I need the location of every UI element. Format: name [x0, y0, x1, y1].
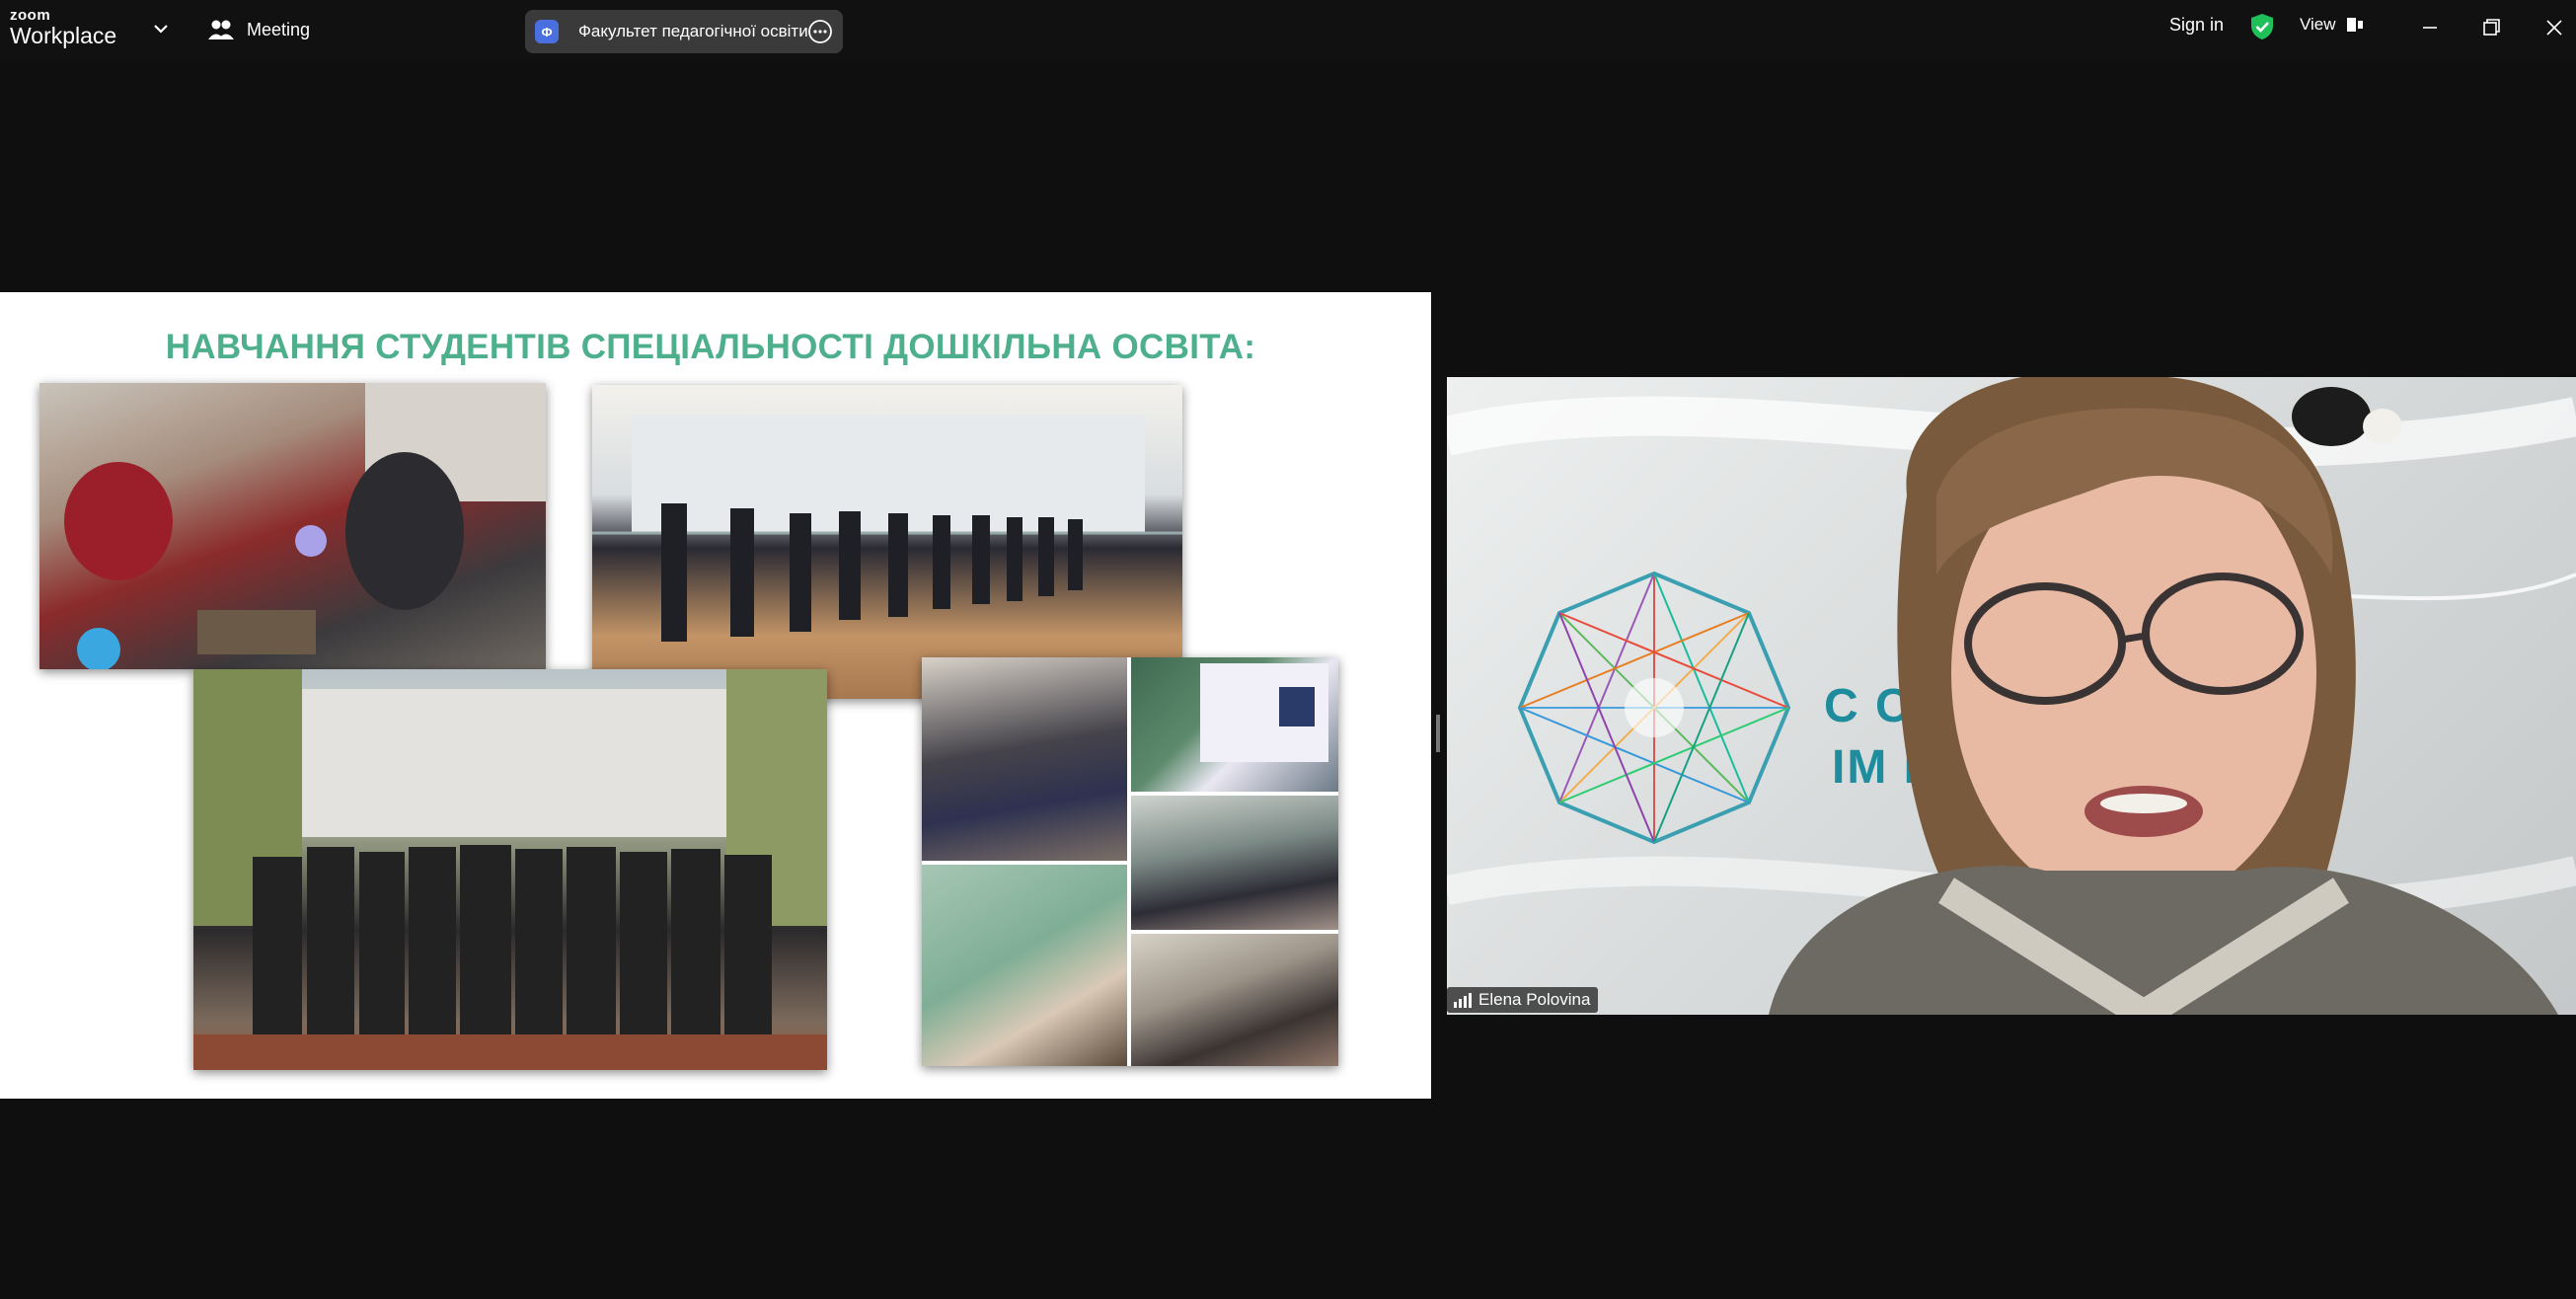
signal-icon — [1454, 993, 1472, 1008]
shared-screen-slide: НАВЧАННЯ СТУДЕНТІВ СПЕЦІАЛЬНОСТІ ДОШКІЛЬ… — [0, 292, 1431, 1099]
people-icon — [208, 20, 234, 39]
collage-photo-audience — [1131, 796, 1338, 930]
photo-group-outdoor — [193, 669, 827, 1070]
sign-in-button[interactable]: Sign in — [2169, 15, 2224, 36]
screen-share-pill[interactable]: Ф Факультет педагогічної освіти - — [525, 10, 843, 53]
photo-dance-shapes — [592, 415, 1182, 642]
presentation-screen-shape — [1200, 663, 1328, 762]
logo-zoom-text: zoom — [10, 7, 51, 24]
collage-photo-group — [922, 657, 1127, 861]
collage-photo-talk — [1131, 934, 1338, 1066]
view-button[interactable]: View — [2300, 15, 2364, 35]
shield-check-icon[interactable] — [2248, 12, 2276, 41]
meeting-button[interactable]: Meeting — [207, 14, 310, 45]
slide-title: НАВЧАННЯ СТУДЕНТІВ СПЕЦІАЛЬНОСТІ ДОШКІЛЬ… — [165, 328, 1256, 366]
participant-name: Elena Polovina — [1478, 990, 1591, 1009]
photo-group-shapes — [193, 669, 827, 1070]
zoom-logo: zoom Workplace — [10, 8, 116, 47]
close-icon[interactable] — [2538, 12, 2570, 43]
title-bar: zoom Workplace Meeting Ф Факультет педаг… — [0, 0, 2576, 59]
split-view-handle[interactable] — [1436, 715, 1440, 752]
photo-collage — [922, 657, 1338, 1066]
more-icon[interactable] — [807, 19, 833, 44]
share-app-icon: Ф — [535, 20, 559, 43]
collage-photo-library — [922, 865, 1127, 1066]
collage-photo-presentation — [1131, 657, 1338, 792]
restore-icon[interactable] — [2475, 12, 2507, 43]
photo-dance-class — [592, 385, 1182, 699]
meeting-label: Meeting — [247, 19, 311, 39]
share-title: Факультет педагогічної освіти - — [578, 22, 807, 40]
photo-classroom-activity — [39, 383, 546, 669]
chevron-down-icon[interactable] — [148, 16, 174, 41]
participant-name-tag: Elena Polovina — [1447, 987, 1599, 1013]
participant-video-tile[interactable]: С СИТЕТ ІМ ЕНКА Elena Polovina — [1447, 377, 2576, 1015]
photo-classroom-shapes — [64, 383, 546, 669]
participant-person — [1769, 377, 2558, 1015]
minimize-icon[interactable] — [2414, 12, 2446, 43]
view-icon — [2346, 18, 2363, 32]
logo-workplace-text: Workplace — [10, 23, 117, 48]
view-label: View — [2300, 15, 2336, 34]
